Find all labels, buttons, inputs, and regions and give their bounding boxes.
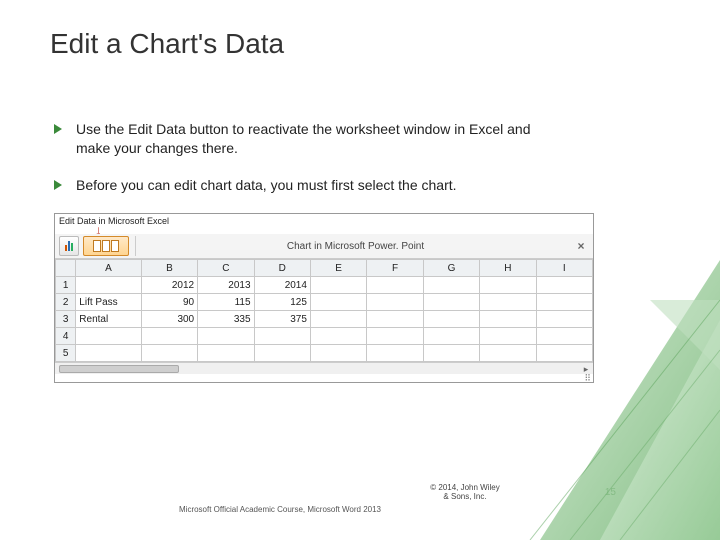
cell: [310, 345, 366, 362]
col-header: I: [536, 260, 592, 277]
cell: [310, 311, 366, 328]
page-number: 15: [605, 487, 616, 498]
cell: [367, 328, 423, 345]
cell: 2012: [141, 277, 197, 294]
cell: [367, 294, 423, 311]
col-header: C: [198, 260, 254, 277]
close-icon: ×: [573, 238, 589, 254]
cell: [536, 277, 592, 294]
cell: [423, 311, 479, 328]
row-header: 4: [56, 328, 76, 345]
bullet-item: Before you can edit chart data, you must…: [54, 176, 534, 195]
col-header: B: [141, 260, 197, 277]
course-footer: Microsoft Official Academic Course, Micr…: [0, 505, 560, 514]
cell: [254, 345, 310, 362]
cell: [480, 328, 536, 345]
spreadsheet-grid: A B C D E F G H I 1 2012 2013 2014: [55, 259, 593, 362]
cell: 375: [254, 311, 310, 328]
scroll-right-icon: ▸: [581, 364, 591, 374]
cell: [480, 294, 536, 311]
cell: [198, 328, 254, 345]
col-header: A: [76, 260, 141, 277]
cell: [367, 345, 423, 362]
resize-grip-icon: ⠿: [55, 374, 593, 382]
switch-row-column-icon: [83, 236, 129, 256]
cell: [76, 345, 141, 362]
col-header: D: [254, 260, 310, 277]
cell: [536, 345, 592, 362]
cell: 2013: [198, 277, 254, 294]
table-row: 5: [56, 345, 593, 362]
cell: [423, 345, 479, 362]
cell: [423, 328, 479, 345]
cell: [141, 328, 197, 345]
bullet-item: Use the Edit Data button to reactivate t…: [54, 120, 534, 158]
col-header: G: [423, 260, 479, 277]
col-header: F: [367, 260, 423, 277]
chart-icon: [59, 236, 79, 256]
cell: 335: [198, 311, 254, 328]
table-row: 2 Lift Pass 90 115 125: [56, 294, 593, 311]
cell: [423, 277, 479, 294]
cell: Rental: [76, 311, 141, 328]
cell: [254, 328, 310, 345]
scrollbar-thumb: [59, 365, 179, 373]
copyright-text: © 2014, John Wiley & Sons, Inc.: [430, 484, 500, 502]
cell: Lift Pass: [76, 294, 141, 311]
grid-body: 1 2012 2013 2014 2 Lift Pass 90 115: [56, 277, 593, 362]
row-header: 2: [56, 294, 76, 311]
cell: [423, 294, 479, 311]
window-title: Chart in Microsoft Power. Point: [142, 241, 569, 252]
table-row: 4: [56, 328, 593, 345]
cell: [310, 294, 366, 311]
cell: 90: [141, 294, 197, 311]
slide-title: Edit a Chart's Data: [50, 28, 670, 60]
embedded-excel-screenshot: Edit Data in Microsoft Excel ↓ Chart in …: [54, 213, 594, 383]
ribbon-label: Edit Data in Microsoft Excel: [55, 214, 593, 226]
row-header: 1: [56, 277, 76, 294]
cell: [141, 345, 197, 362]
cell: 115: [198, 294, 254, 311]
cell: [480, 277, 536, 294]
cell: [76, 328, 141, 345]
table-row: 3 Rental 300 335 375: [56, 311, 593, 328]
mini-toolbar: Chart in Microsoft Power. Point ×: [55, 234, 593, 259]
row-header: 3: [56, 311, 76, 328]
cell: 300: [141, 311, 197, 328]
col-header: H: [480, 260, 536, 277]
cell: [367, 311, 423, 328]
toolbar-separator: [135, 236, 136, 256]
row-header: 5: [56, 345, 76, 362]
cell: [310, 277, 366, 294]
cell: [480, 311, 536, 328]
cell: [76, 277, 141, 294]
col-header: E: [310, 260, 366, 277]
cell: 2014: [254, 277, 310, 294]
cell: [480, 345, 536, 362]
cell: [198, 345, 254, 362]
cell: [310, 328, 366, 345]
arrow-indicator-icon: ↓: [55, 226, 593, 234]
bullet-list: Use the Edit Data button to reactivate t…: [50, 120, 670, 195]
cell: [367, 277, 423, 294]
cell: 125: [254, 294, 310, 311]
cell: [536, 328, 592, 345]
cell: [536, 294, 592, 311]
table-row: 1 2012 2013 2014: [56, 277, 593, 294]
cell: [536, 311, 592, 328]
select-all-corner: [56, 260, 76, 277]
horizontal-scrollbar: ▸: [55, 362, 593, 374]
